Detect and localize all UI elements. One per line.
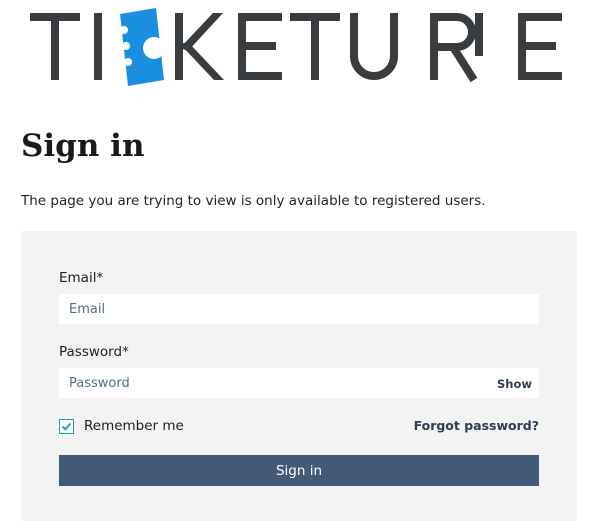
remember-me-checkbox[interactable]	[59, 418, 74, 434]
email-field[interactable]	[59, 294, 539, 324]
checkmark-icon	[61, 422, 72, 431]
email-label: Email*	[59, 270, 104, 286]
show-password-button[interactable]: Show	[497, 377, 532, 391]
sign-in-button[interactable]: Sign in	[59, 455, 539, 486]
ticket-icon	[120, 8, 165, 86]
ticketure-logo-graphic	[30, 8, 562, 86]
password-field[interactable]	[59, 368, 539, 398]
ticketure-logo	[30, 6, 570, 86]
page-title: Sign in	[21, 128, 145, 164]
forgot-password-link[interactable]: Forgot password?	[414, 418, 539, 434]
remember-me-label: Remember me	[84, 418, 184, 434]
sign-in-form: Email* Password* Show Remember me Forgot…	[21, 231, 577, 521]
password-label: Password*	[59, 344, 129, 360]
intro-text: The page you are trying to view is only …	[21, 193, 486, 209]
remember-me-control[interactable]: Remember me	[59, 417, 184, 435]
